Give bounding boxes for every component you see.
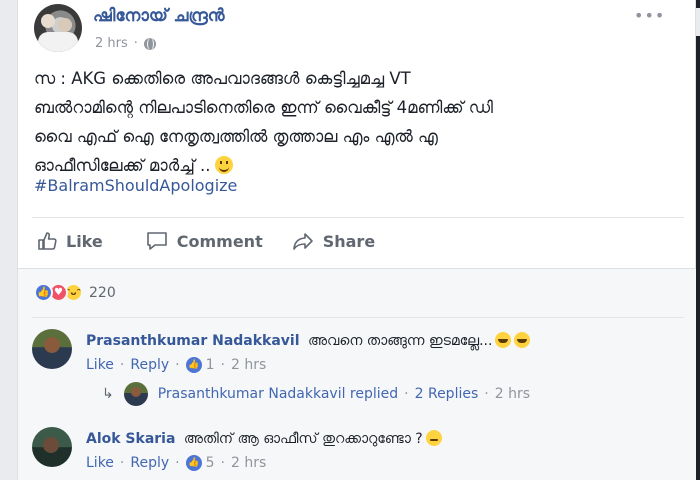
comment-button[interactable]: Comment xyxy=(145,230,263,252)
comment-like-count[interactable]: 1 xyxy=(206,357,215,373)
post-card: ഷിനോയ് ചന്ദ്രൻ 2 hrs · ••• സ : AKG ക്കെത… xyxy=(17,0,697,480)
comment-timestamp[interactable]: 2 hrs xyxy=(231,455,266,471)
post-text-line: സ : AKG ക്കെതിരെ അപവാദങ്ങൾ കെട്ടിച്ചമച്ച… xyxy=(34,69,411,88)
avatar[interactable] xyxy=(32,427,72,467)
post-text-line: ഓഫീസിലേക്ക് മാർച്ച് .. xyxy=(34,156,211,175)
adjacent-panel-edge xyxy=(696,0,700,480)
more-options-icon[interactable]: ••• xyxy=(634,6,665,25)
comment-text: അതിന് ആ ഓഫീസ് തുറക്കാറുണ്ടോ ? xyxy=(183,431,423,447)
post-actions-bar: Like Comment Share xyxy=(32,226,684,256)
like-button[interactable]: Like xyxy=(36,230,103,252)
comment-reply-link[interactable]: Reply xyxy=(130,455,169,471)
thinking-emoji-icon xyxy=(425,430,442,446)
replies-count: 2 Replies xyxy=(414,386,479,402)
commenter-name[interactable]: Alok Skaria xyxy=(86,431,175,447)
reactions-summary[interactable]: 👍 ♥ ᵔᴗᵔ 220 xyxy=(34,283,116,302)
post-text-line: വൈ എഫ് ഐ നേതൃത്വത്തിൽ തൃത്താല എം എൽ എ xyxy=(34,127,438,146)
share-arrow-icon xyxy=(292,233,313,250)
share-button[interactable]: Share xyxy=(291,230,375,252)
grinning-emoji-icon xyxy=(495,332,512,348)
smiley-emoji-icon xyxy=(214,156,233,174)
post-timestamp[interactable]: 2 hrs xyxy=(95,36,128,51)
comment-like-link[interactable]: Like xyxy=(86,357,114,373)
post-text: സ : AKG ക്കെതിരെ അപവാദങ്ങൾ കെട്ടിച്ചമച്ച… xyxy=(34,64,674,180)
commenter-name[interactable]: Prasanthkumar Nadakkavil xyxy=(86,333,300,349)
comments-section: 👍 ♥ ᵔᴗᵔ 220 Prasanthkumar Nadakkavil അവന… xyxy=(18,268,697,480)
like-badge-icon: 👍 xyxy=(185,455,202,471)
comment-text: അവനെ താങ്ങുന്ന ഇടമല്ലേ... xyxy=(308,333,493,349)
replies-summary[interactable]: ↳ Prasanthkumar Nadakkavil replied · 2 R… xyxy=(102,382,530,406)
reply-arrow-icon: ↳ xyxy=(102,386,114,402)
author-avatar[interactable] xyxy=(34,4,82,52)
comment-item: Prasanthkumar Nadakkavil അവനെ താങ്ങുന്ന … xyxy=(32,329,531,373)
post-author-name[interactable]: ഷിനോയ് ചന്ദ്രൻ xyxy=(93,6,225,26)
post-text-line: ബൽറാമിന്റെ നിലപാടിനെതിരെ ഇന്ന് വൈകീട്ട് … xyxy=(34,98,493,117)
like-reaction-icon: 👍 xyxy=(34,283,53,302)
replies-timestamp: 2 hrs xyxy=(494,386,530,402)
thumbs-up-icon xyxy=(38,232,57,250)
like-badge-icon: 👍 xyxy=(185,357,202,373)
comment-like-count[interactable]: 5 xyxy=(206,455,215,471)
avatar xyxy=(123,382,148,406)
comment-button-label: Comment xyxy=(176,231,263,251)
comment-like-link[interactable]: Like xyxy=(86,455,114,471)
share-button-label: Share xyxy=(322,231,376,251)
tongue-emoji-icon xyxy=(514,332,531,348)
globe-icon xyxy=(143,37,156,50)
comment-timestamp[interactable]: 2 hrs xyxy=(231,357,266,373)
like-button-label: Like xyxy=(66,231,103,251)
divider xyxy=(32,317,684,318)
divider xyxy=(32,217,684,218)
comment-reply-link[interactable]: Reply xyxy=(130,357,169,373)
hashtag-link[interactable]: #BalramShouldApologize xyxy=(34,176,237,195)
replies-text: Prasanthkumar Nadakkavil replied xyxy=(157,386,399,402)
comment-item: Alok Skaria അതിന് ആ ഓഫീസ് തുറക്കാറുണ്ടോ … xyxy=(32,427,442,471)
reactions-count: 220 xyxy=(89,284,116,301)
post-meta: 2 hrs · xyxy=(95,36,156,51)
comment-bubble-icon xyxy=(146,232,167,250)
avatar[interactable] xyxy=(32,329,72,369)
